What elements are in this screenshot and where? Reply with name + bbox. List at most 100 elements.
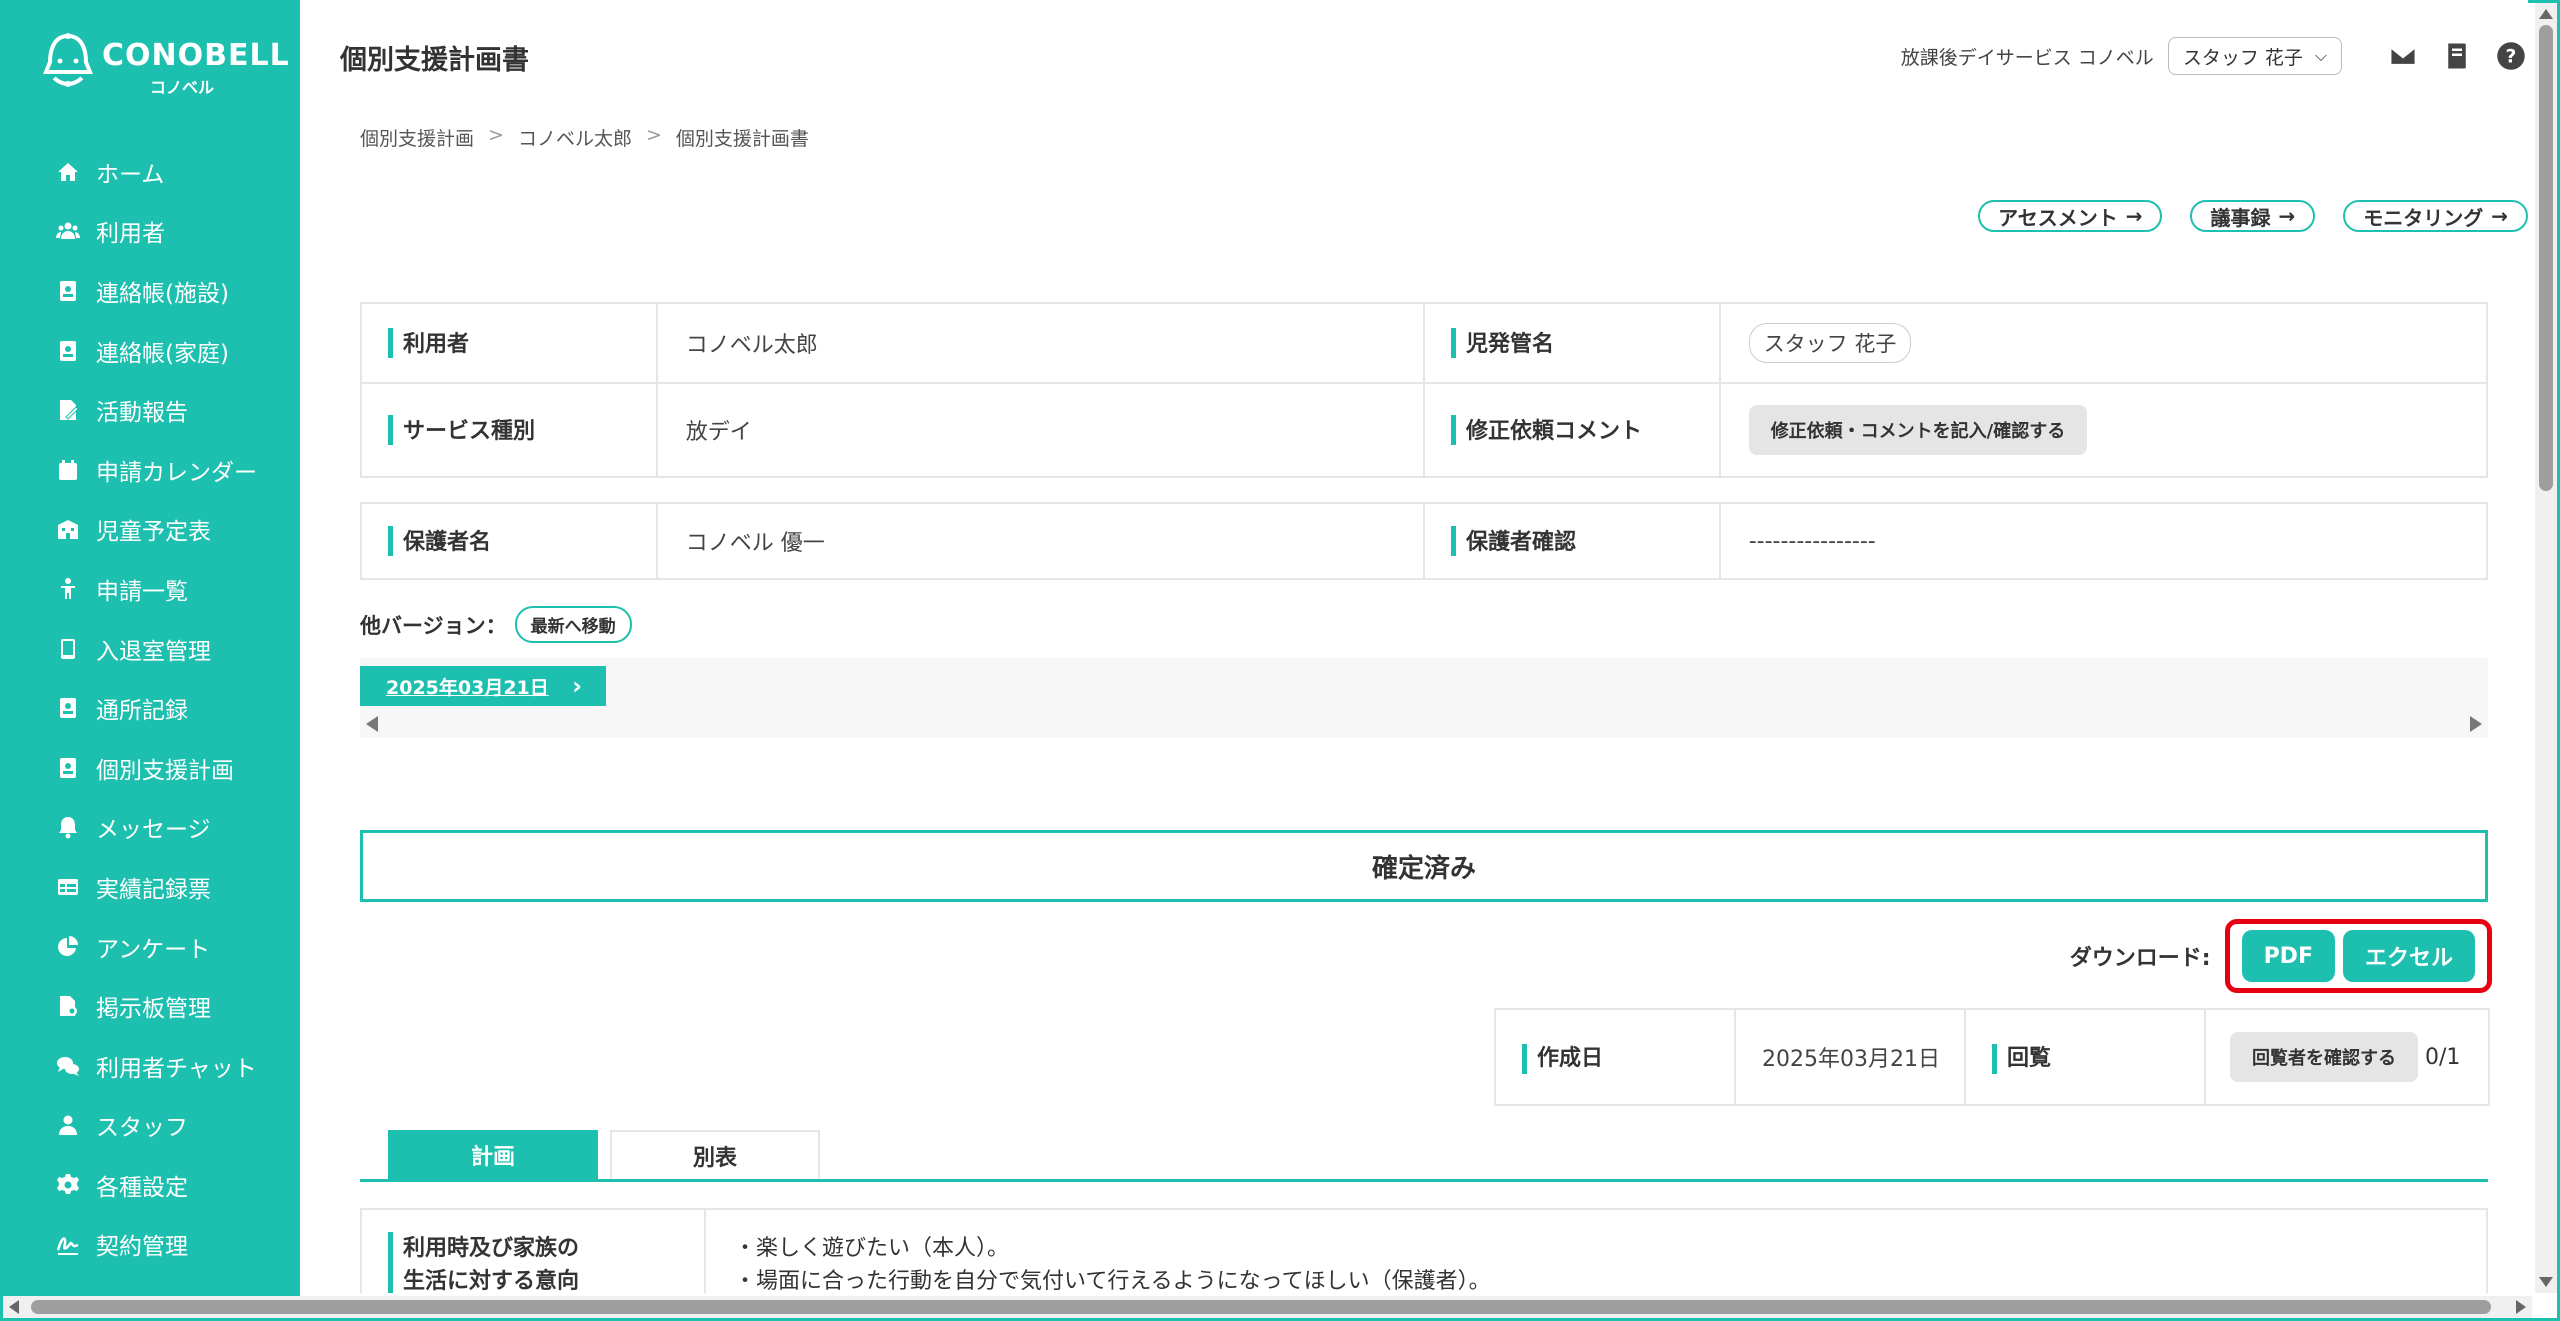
monitoring-link-label: モニタリング [2363,205,2484,230]
guardian-table: 保護者名 コノベル 優一 保護者確認 ---------------- [360,502,2489,580]
user-icon [54,1111,82,1139]
breadcrumb-item[interactable]: 個別支援計画 [360,124,474,151]
signature-icon [54,1230,82,1258]
user-label: 利用者 [360,302,658,384]
sidebar-item-label: 活動報告 [96,400,188,427]
vertical-scrollbar[interactable] [2535,3,2557,1293]
sidebar-item[interactable]: 申請カレンダー [0,440,300,500]
horizontal-scrollbar[interactable] [3,1296,2532,1318]
brand-logo[interactable]: CONOBELL コノベル [40,32,289,97]
breadcrumb: 個別支援計画 > コノベル太郎 > 個別支援計画書 [360,124,809,151]
created-label: 作成日 [1494,1008,1736,1106]
horizontal-scroll-thumb[interactable] [31,1300,2491,1314]
manager-chip: スタッフ 花子 [1748,323,1912,363]
minutes-link-label: 議事録 [2210,205,2271,230]
version-tab[interactable]: 2025年03月21日 › [360,666,606,706]
pie-chart-icon [54,933,82,961]
sidebar-item[interactable]: 実績記録票 [0,857,300,917]
tab-plan[interactable]: 計画 [388,1130,598,1179]
sidebar-item-label: 連絡帳(家庭) [96,340,229,367]
sidebar-item[interactable]: 利用者 [0,202,300,262]
child-icon [54,575,82,603]
sidebar-item[interactable]: 連絡帳(施設) [0,261,300,321]
scroll-up-icon[interactable] [2539,9,2553,19]
contact-book-icon [54,754,82,782]
plan-table: 利用時及び家族の 生活に対する意向 ・楽しく遊びたい（本人）。 ・場面に合った行動を… [360,1208,2488,1293]
sidebar-item-label: 契約管理 [96,1234,188,1261]
assessment-link-label: アセスメント [1998,205,2118,230]
tablet-icon [54,635,82,663]
sidebar-item-label: 個別支援計画 [96,757,234,784]
breadcrumb-separator-icon: > [645,124,662,146]
monitoring-link-button[interactable]: モニタリング → [2343,200,2528,232]
sidebar-item-label: 入退室管理 [96,638,211,665]
meta-table: 作成日 2025年03月21日 回覧 回覧者を確認する 0/1 [1494,1008,2490,1106]
sidebar-item[interactable]: アンケート [0,917,300,977]
sidebar: CONOBELL コノベル ホーム 利用者 連絡帳(施設) 連絡帳(家庭) 活動報告申請… [0,0,300,1321]
assessment-link-button[interactable]: アセスメント → [1978,200,2163,232]
vertical-scroll-thumb[interactable] [2539,25,2553,491]
contact-book-icon [54,694,82,722]
circulation-button[interactable]: 回覧者を確認する [2230,1032,2418,1082]
sidebar-item[interactable]: 連絡帳(家庭) [0,321,300,381]
sidebar-item[interactable]: 契約管理 [0,1215,300,1275]
contact-book-icon [54,337,82,365]
created-value: 2025年03月21日 [1734,1008,1966,1106]
sidebar-item[interactable]: ホーム [0,142,300,202]
help-icon[interactable]: ? [2494,39,2528,73]
bell-logo-icon [43,33,93,87]
home-icon [54,158,82,186]
scroll-right-icon[interactable] [2470,716,2482,732]
circulation-label: 回覧 [1964,1008,2206,1106]
scroll-left-icon[interactable] [9,1300,19,1314]
topbar-right: 放課後デイサービス コノベル スタッフ 花子 ⌵ ? [1901,36,2528,76]
breadcrumb-item[interactable]: コノベル太郎 [518,124,632,151]
pdf-download-button[interactable]: PDF [2241,930,2335,982]
sidebar-item[interactable]: 活動報告 [0,380,300,440]
sidebar-item[interactable]: 掲示板管理 [0,976,300,1036]
gear-icon [54,1171,82,1199]
sidebar-item[interactable]: 申請一覧 [0,559,300,619]
service-label: サービス種別 [360,382,658,478]
sidebar-item[interactable]: 各種設定 [0,1155,300,1215]
svg-text:?: ? [2506,46,2517,67]
sidebar-nav: ホーム 利用者 連絡帳(施設) 連絡帳(家庭) 活動報告申請カレンダー 児童予定表申請一覧… [0,142,300,1274]
scroll-left-icon[interactable] [366,716,378,732]
mail-icon[interactable] [2386,39,2420,73]
arrow-right-icon: → [2491,204,2508,228]
latest-version-button[interactable]: 最新へ移動 [514,606,632,643]
other-version-label: 他バージョン： [360,613,507,638]
sidebar-item[interactable]: メッセージ [0,798,300,858]
sidebar-item[interactable]: 入退室管理 [0,619,300,679]
comment-label: 修正依頼コメント [1422,382,1721,478]
related-links: アセスメント → 議事録 → モニタリング → [1950,200,2528,232]
guardian-confirm-label: 保護者確認 [1422,502,1721,580]
sidebar-item[interactable]: 利用者チャット [0,1036,300,1096]
sidebar-item-label: メッセージ [96,817,211,844]
sidebar-item[interactable]: 児童予定表 [0,500,300,560]
chevron-down-icon: ⌵ [2314,46,2327,65]
scroll-down-icon[interactable] [2539,1277,2553,1287]
comment-button[interactable]: 修正依頼・コメントを記入/確認する [1748,405,2088,455]
table-row: 作成日 2025年03月21日 回覧 回覧者を確認する 0/1 [1494,1008,2490,1106]
sidebar-item-label: アンケート [96,936,211,963]
sidebar-item[interactable]: 個別支援計画 [0,738,300,798]
table-icon [54,873,82,901]
sidebar-item[interactable]: スタッフ [0,1096,300,1156]
excel-download-button[interactable]: エクセル [2342,930,2475,982]
sidebar-item-label: 実績記録票 [96,876,211,903]
page-title: 個別支援計画書 [340,45,529,76]
minutes-link-button[interactable]: 議事録 → [2190,200,2316,232]
sidebar-item-label: 申請カレンダー [96,459,257,486]
staff-select-value: スタッフ 花子 [2182,46,2303,69]
tab-appendix[interactable]: 別表 [610,1130,820,1179]
staff-select[interactable]: スタッフ 花子 ⌵ [2167,37,2342,75]
book-icon[interactable] [2440,39,2474,73]
table-row: 利用者 コノベル太郎 児発管名 スタッフ 花子 [360,302,2489,384]
sidebar-item-label: 掲示板管理 [96,996,211,1023]
bell-icon [54,813,82,841]
circulation-count: 0/1 [2425,1045,2461,1070]
scroll-right-icon[interactable] [2516,1300,2526,1314]
sidebar-item[interactable]: 通所記録 [0,678,300,738]
sidebar-item-label: 児童予定表 [96,519,211,546]
